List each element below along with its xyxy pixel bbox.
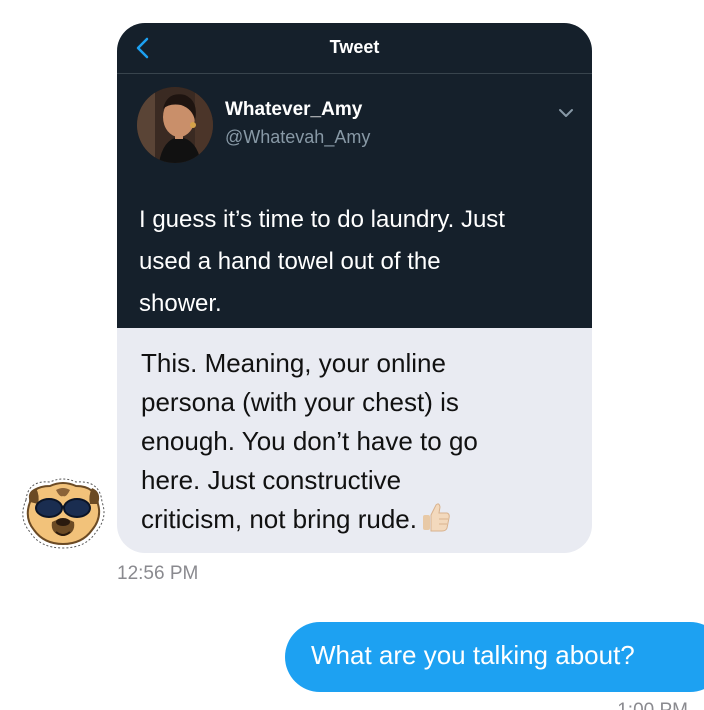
tweet-text-line: I guess it’s time to do laundry. Just	[139, 206, 505, 233]
incoming-message-text: This. Meaning, your online persona (with…	[141, 344, 561, 539]
tweet-author: Whatever_Amy @Whatevah_Amy	[137, 87, 574, 167]
messages-screen: Tweet Whatever_Amy @Whatevah_Amy I guess…	[0, 0, 704, 710]
message-text-line: here. Just constructive	[141, 465, 402, 495]
chevron-down-icon[interactable]	[558, 107, 574, 119]
outgoing-message-text: What are you talking about?	[311, 640, 635, 670]
tweet-header-title: Tweet	[329, 37, 380, 57]
tweet-text: I guess it’s time to do laundry. Just us…	[139, 199, 579, 325]
message-text-line: enough. You don’t have to go	[141, 426, 478, 456]
message-text-line: persona (with your chest) is	[141, 387, 459, 417]
message-text-line: criticism, not bring rude.	[141, 504, 417, 534]
author-name[interactable]: Whatever_Amy	[225, 99, 362, 121]
message-text-line: This. Meaning, your online	[141, 348, 446, 378]
outgoing-timestamp: 1:00 PM	[617, 700, 688, 710]
tweet-text-line: used a hand towel out of the	[139, 248, 441, 275]
incoming-timestamp: 12:56 PM	[117, 563, 199, 584]
incoming-message-bubble[interactable]: Tweet Whatever_Amy @Whatevah_Amy I guess…	[117, 23, 592, 553]
tweet-text-line: shower.	[139, 290, 222, 317]
author-avatar[interactable]	[137, 87, 213, 163]
tweet-header: Tweet	[117, 23, 592, 74]
thumbs-up-icon	[422, 503, 450, 532]
outgoing-message-bubble[interactable]: What are you talking about?	[285, 622, 704, 692]
shared-tweet-card[interactable]: Tweet Whatever_Amy @Whatevah_Amy I guess…	[117, 23, 592, 328]
message-text-line-last: criticism, not bring rude.	[141, 500, 561, 539]
pug-sunglasses-avatar[interactable]	[16, 474, 110, 552]
author-handle[interactable]: @Whatevah_Amy	[225, 127, 370, 148]
author-avatar-image	[137, 87, 213, 163]
